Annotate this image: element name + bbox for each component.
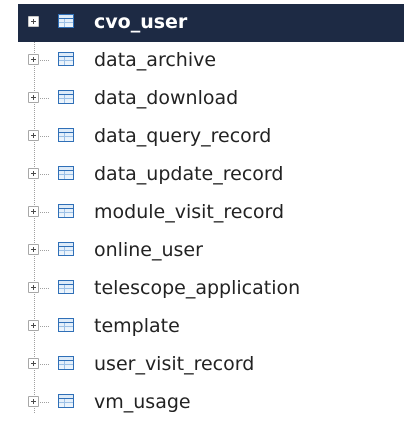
tree-item-data-query-record[interactable]: data_query_record xyxy=(0,118,406,156)
tree-item-template[interactable]: template xyxy=(0,308,406,346)
expand-plus-icon[interactable] xyxy=(28,320,39,331)
tree-item-label: user_visit_record xyxy=(94,353,255,375)
tree-item-data-download[interactable]: data_download xyxy=(0,80,406,118)
tree-item-label: data_archive xyxy=(94,49,217,71)
tree-item-data-update-record[interactable]: data_update_record xyxy=(0,156,406,194)
tree-item-label: data_query_record xyxy=(94,125,272,147)
tree-item-cvo-user[interactable]: cvo_user xyxy=(0,4,406,42)
expand-plus-icon[interactable] xyxy=(28,358,39,369)
table-tree: cvo_user data_archive data_download data… xyxy=(0,0,406,444)
table-icon xyxy=(58,280,74,294)
table-icon xyxy=(58,90,74,104)
expand-plus-icon[interactable] xyxy=(28,244,39,255)
table-icon xyxy=(58,318,74,332)
expand-plus-icon[interactable] xyxy=(28,92,39,103)
tree-item-label: data_update_record xyxy=(94,163,284,185)
table-icon xyxy=(58,128,74,142)
tree-item-label: telescope_application xyxy=(94,277,301,299)
table-icon xyxy=(58,52,74,66)
selection-highlight xyxy=(18,4,404,42)
tree-item-label: template xyxy=(94,315,180,337)
tree-item-telescope-application[interactable]: telescope_application xyxy=(0,270,406,308)
table-icon xyxy=(58,166,74,180)
tree-item-vm-usage[interactable]: vm_usage xyxy=(0,384,406,422)
tree-item-module-visit-record[interactable]: module_visit_record xyxy=(0,194,406,232)
expand-plus-icon[interactable] xyxy=(28,54,39,65)
expand-plus-icon[interactable] xyxy=(28,282,39,293)
tree-item-user-visit-record[interactable]: user_visit_record xyxy=(0,346,406,384)
table-icon xyxy=(58,356,74,370)
tree-item-label: online_user xyxy=(94,239,203,261)
tree-item-label: cvo_user xyxy=(94,11,188,33)
table-icon xyxy=(58,394,74,408)
expand-plus-icon[interactable] xyxy=(28,396,39,407)
table-icon xyxy=(58,14,74,28)
table-icon xyxy=(58,204,74,218)
expand-plus-icon[interactable] xyxy=(28,16,39,27)
tree-item-online-user[interactable]: online_user xyxy=(0,232,406,270)
expand-plus-icon[interactable] xyxy=(28,168,39,179)
table-icon xyxy=(58,242,74,256)
tree-item-data-archive[interactable]: data_archive xyxy=(0,42,406,80)
expand-plus-icon[interactable] xyxy=(28,130,39,141)
tree-item-label: vm_usage xyxy=(94,391,191,413)
tree-item-label: data_download xyxy=(94,87,239,109)
expand-plus-icon[interactable] xyxy=(28,206,39,217)
tree-item-label: module_visit_record xyxy=(94,201,285,223)
